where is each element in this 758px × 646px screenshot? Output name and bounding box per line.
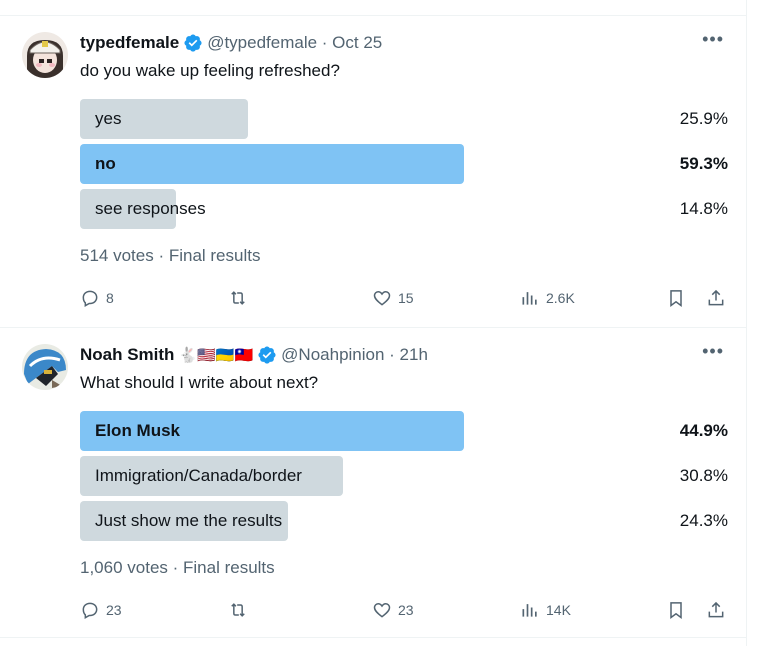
bookmark-icon xyxy=(670,290,682,307)
action-bar: 23 23 14K xyxy=(80,598,728,622)
verified-badge-icon xyxy=(257,345,277,365)
timeline: typedfemale @typedfemale · Oct 25 ••• do… xyxy=(0,0,747,646)
share-button[interactable] xyxy=(706,286,726,310)
like-count: 23 xyxy=(398,602,414,618)
share-icon xyxy=(708,601,724,618)
poll-option-percent: 44.9% xyxy=(679,421,728,440)
repost-button[interactable] xyxy=(228,598,248,622)
poll-option-percent: 30.8% xyxy=(679,466,728,485)
poll-option: Just show me the results 24.3% xyxy=(80,501,728,541)
poll: yes 25.9% no 59.3% see responses 14.8% xyxy=(80,99,728,234)
repost-icon xyxy=(231,603,245,617)
poll-option: no 59.3% xyxy=(80,144,728,184)
tweet-header: typedfemale @typedfemale · Oct 25 xyxy=(80,32,382,54)
tweet-header: Noah Smith 🐇🇺🇸🇺🇦🇹🇼 @Noahpinion · 21h xyxy=(80,344,428,366)
like-count: 15 xyxy=(398,290,414,306)
user-name[interactable]: typedfemale xyxy=(80,33,179,53)
poll-option-label: Immigration/Canada/border xyxy=(95,466,302,485)
tweet-typedfemale[interactable]: typedfemale @typedfemale · Oct 25 ••• do… xyxy=(0,16,746,328)
tweet-text: What should I write about next? xyxy=(80,373,319,392)
like-icon xyxy=(373,602,391,618)
like-icon xyxy=(373,290,391,306)
reply-count: 8 xyxy=(106,290,114,306)
poll-option-percent: 24.3% xyxy=(679,511,728,530)
share-icon xyxy=(708,289,724,306)
verified-badge-icon xyxy=(183,33,203,53)
poll-option-label: yes xyxy=(95,109,122,128)
bookmark-button[interactable] xyxy=(666,286,686,310)
like-button[interactable]: 15 xyxy=(372,286,414,310)
share-button[interactable] xyxy=(706,598,726,622)
bookmark-button[interactable] xyxy=(666,598,686,622)
poll-option-label: Just show me the results xyxy=(95,511,283,530)
poll: Elon Musk 44.9% Immigration/Canada/borde… xyxy=(80,411,728,546)
repost-icon xyxy=(231,291,245,305)
poll-option-label: Elon Musk xyxy=(95,421,181,440)
poll-option: see responses 14.8% xyxy=(80,189,728,229)
repost-button[interactable] xyxy=(228,286,248,310)
user-name[interactable]: Noah Smith xyxy=(80,345,174,365)
poll-option-label: see responses xyxy=(95,199,206,218)
poll-option: Immigration/Canada/border 30.8% xyxy=(80,456,728,496)
poll-option-percent: 59.3% xyxy=(679,154,728,173)
avatar[interactable] xyxy=(22,344,68,390)
more-icon[interactable]: ••• xyxy=(702,30,724,48)
handle-and-date[interactable]: @typedfemale · Oct 25 xyxy=(207,33,382,53)
reply-button[interactable]: 8 xyxy=(80,286,114,310)
action-bar: 8 15 2.6K xyxy=(80,286,728,310)
reply-button[interactable]: 23 xyxy=(80,598,122,622)
poll-option: Elon Musk 44.9% xyxy=(80,411,728,451)
more-icon[interactable]: ••• xyxy=(702,342,724,360)
views-button[interactable]: 2.6K xyxy=(520,286,575,310)
poll-option-percent: 25.9% xyxy=(679,109,728,128)
views-button[interactable]: 14K xyxy=(520,598,571,622)
handle-and-date[interactable]: @Noahpinion · 21h xyxy=(281,345,428,365)
avatar[interactable] xyxy=(22,32,68,78)
poll-option-label: no xyxy=(95,154,116,173)
poll-option: yes 25.9% xyxy=(80,99,728,139)
views-icon xyxy=(522,292,537,305)
bookmark-icon xyxy=(670,602,682,619)
views-icon xyxy=(522,604,537,617)
poll-meta: 1,060 votes · Final results xyxy=(80,558,275,577)
tweet-text: do you wake up feeling refreshed? xyxy=(80,61,340,80)
tweet-noah-smith[interactable]: Noah Smith 🐇🇺🇸🇺🇦🇹🇼 @Noahpinion · 21h •••… xyxy=(0,328,746,638)
reply-icon xyxy=(82,290,98,307)
view-count: 2.6K xyxy=(546,290,575,306)
poll-meta: 514 votes · Final results xyxy=(80,246,261,265)
poll-option-percent: 14.8% xyxy=(679,199,728,218)
like-button[interactable]: 23 xyxy=(372,598,414,622)
reply-count: 23 xyxy=(106,602,122,618)
reply-icon xyxy=(82,602,98,619)
poll-bar xyxy=(80,144,464,184)
view-count: 14K xyxy=(546,602,571,618)
name-emojis: 🐇🇺🇸🇺🇦🇹🇼 xyxy=(178,347,254,364)
